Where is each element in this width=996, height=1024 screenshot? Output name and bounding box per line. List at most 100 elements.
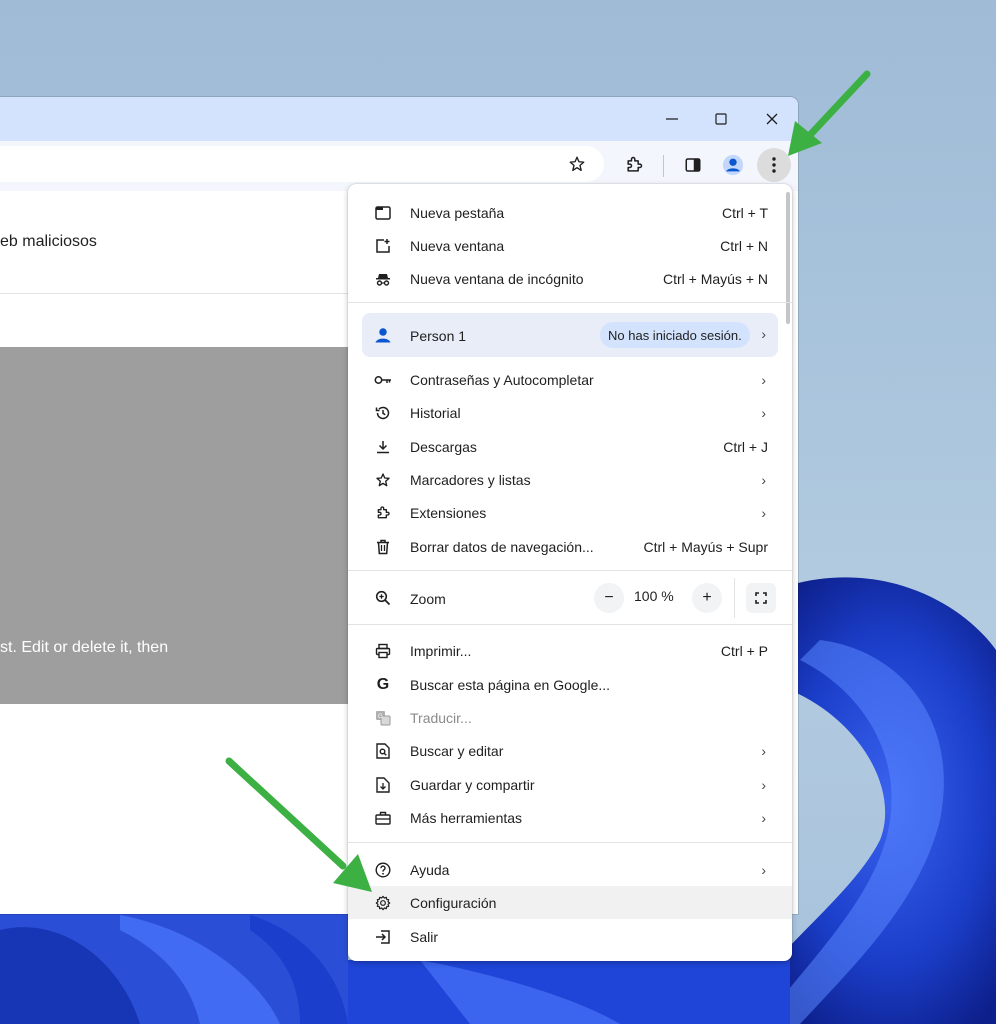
side-panel-icon (685, 158, 701, 172)
address-bar[interactable] (0, 146, 604, 182)
menu-item-translate[interactable]: G Traducir... (348, 701, 792, 734)
zoom-in-button[interactable]: + (692, 583, 722, 613)
history-icon (374, 404, 392, 422)
minimize-button[interactable] (658, 106, 686, 132)
google-icon: G (376, 675, 390, 693)
help-icon (374, 861, 392, 879)
zoom-icon (374, 589, 392, 607)
content-image-placeholder: st. Edit or delete it, then (0, 347, 349, 704)
menu-profile-row[interactable]: Person 1 No has iniciado sesión. › (362, 313, 778, 357)
menu-item-shortcut: Ctrl + T (721, 204, 768, 221)
menu-item-downloads[interactable]: Descargas Ctrl + J (348, 430, 792, 463)
menu-item-new-window[interactable]: Nueva ventana Ctrl + N (348, 229, 792, 262)
star-icon (374, 471, 392, 489)
chevron-right-icon: › (761, 742, 766, 759)
menu-separator (348, 302, 792, 303)
menu-item-find-edit[interactable]: Buscar y editar › (348, 734, 792, 767)
menu-item-exit[interactable]: Salir (348, 920, 792, 953)
menu-item-settings[interactable]: Configuración (348, 886, 792, 919)
menu-item-label: Buscar esta página en Google... (410, 676, 611, 693)
chrome-main-menu: Nueva pestaña Ctrl + T Nueva ventana Ctr… (348, 184, 792, 961)
menu-item-label: Contraseñas y Autocompletar (410, 371, 594, 388)
maximize-icon (715, 113, 727, 125)
chevron-right-icon: › (761, 504, 766, 521)
zoom-out-button[interactable]: − (594, 583, 624, 613)
menu-separator (348, 842, 792, 843)
menu-item-new-tab[interactable]: Nueva pestaña Ctrl + T (348, 196, 792, 229)
menu-item-label: Borrar datos de navegación... (410, 538, 594, 555)
zoom-divider (734, 578, 735, 618)
extensions-button[interactable] (618, 149, 650, 181)
content-text: eb maliciosos (0, 233, 97, 250)
translate-icon: G (374, 709, 392, 727)
menu-item-label: Configuración (410, 894, 497, 911)
menu-item-help[interactable]: Ayuda › (348, 853, 792, 886)
svg-text:G: G (378, 714, 383, 720)
profile-name: Person 1 (410, 328, 467, 344)
chevron-right-icon: › (761, 776, 766, 793)
chevron-right-icon: › (761, 809, 766, 826)
menu-item-search-google[interactable]: G Buscar esta página en Google... (348, 668, 792, 701)
maximize-button[interactable] (707, 106, 735, 132)
key-icon (374, 371, 392, 389)
menu-item-history[interactable]: Historial › (348, 396, 792, 429)
profile-button[interactable] (717, 149, 749, 181)
menu-item-passwords[interactable]: Contraseñas y Autocompletar › (348, 363, 792, 396)
menu-item-label: Ayuda (410, 861, 450, 878)
menu-item-save-share[interactable]: Guardar y compartir › (348, 768, 792, 801)
find-icon (374, 742, 392, 760)
close-button[interactable] (758, 106, 786, 132)
menu-button[interactable] (757, 148, 791, 182)
menu-item-label: Imprimir... (410, 642, 472, 659)
fullscreen-icon (755, 592, 767, 604)
save-share-icon (374, 776, 392, 794)
avatar-icon (722, 154, 744, 176)
person-icon (374, 326, 392, 349)
menu-item-extensions[interactable]: Extensiones › (348, 496, 792, 529)
download-icon (374, 438, 392, 456)
toolbar-divider (663, 155, 664, 177)
menu-item-clear-data[interactable]: Borrar datos de navegación... Ctrl + May… (348, 530, 792, 563)
zoom-level: 100 % (634, 588, 674, 604)
exit-icon (374, 928, 392, 946)
menu-item-label: Nueva ventana de incógnito (410, 270, 584, 287)
chevron-right-icon: › (761, 861, 766, 878)
menu-item-shortcut: Ctrl + Mayús + N (662, 270, 768, 287)
menu-item-zoom: Zoom − 100 % + (348, 578, 792, 618)
fullscreen-button[interactable] (746, 583, 776, 613)
new-window-icon (374, 237, 392, 255)
kebab-menu-icon (772, 157, 776, 173)
chevron-right-icon: › (761, 371, 766, 388)
menu-item-label: Guardar y compartir (410, 776, 535, 793)
side-panel-button[interactable] (677, 149, 709, 181)
bookmark-star-button[interactable] (561, 148, 593, 180)
menu-item-label: Historial (410, 404, 461, 421)
close-icon (766, 113, 778, 125)
menu-item-shortcut: Ctrl + N (720, 237, 768, 254)
chevron-right-icon: › (761, 471, 766, 488)
chevron-right-icon: › (761, 326, 766, 342)
menu-item-bookmarks[interactable]: Marcadores y listas › (348, 463, 792, 496)
new-tab-icon (374, 204, 392, 222)
menu-item-more-tools[interactable]: Más herramientas › (348, 801, 792, 834)
menu-item-label: Marcadores y listas (410, 471, 531, 488)
menu-item-label: Nueva pestaña (410, 204, 505, 221)
menu-item-label: Descargas (410, 438, 477, 455)
zoom-label: Zoom (410, 591, 446, 607)
menu-item-label: Salir (410, 928, 439, 945)
toolbox-icon (374, 809, 392, 827)
gear-icon (374, 894, 392, 912)
print-icon (374, 642, 392, 660)
star-icon (569, 156, 585, 172)
trash-icon (374, 538, 392, 556)
menu-item-label: Extensiones (410, 504, 487, 521)
menu-item-print[interactable]: Imprimir... Ctrl + P (348, 634, 792, 667)
puzzle-icon (627, 156, 643, 172)
menu-item-label: Traducir... (410, 709, 472, 726)
menu-separator (348, 624, 792, 625)
menu-item-label: Nueva ventana (410, 237, 505, 254)
content-divider (0, 293, 350, 294)
menu-item-incognito[interactable]: Nueva ventana de incógnito Ctrl + Mayús … (348, 262, 792, 295)
menu-item-shortcut: Ctrl + J (723, 438, 768, 455)
menu-separator (348, 570, 792, 571)
